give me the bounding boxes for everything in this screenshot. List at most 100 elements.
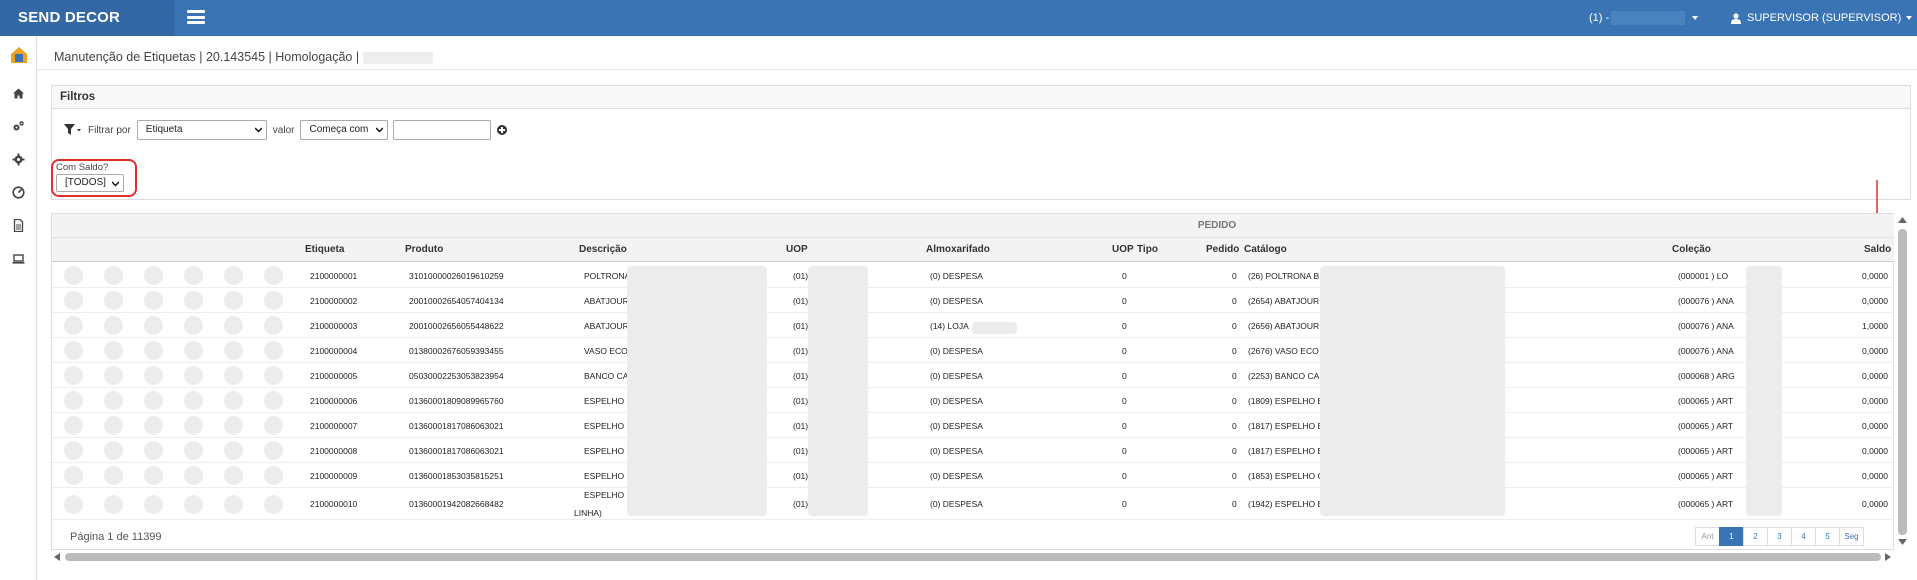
gears-icon[interactable]: [12, 120, 25, 133]
search-icon[interactable]: [64, 441, 83, 460]
page-5[interactable]: 5: [1815, 527, 1840, 546]
table-row[interactable]: 2100000009 01360001853035815251 ESPELHO C (…: [52, 463, 1895, 488]
search-icon[interactable]: [64, 341, 83, 360]
shuffle-icon[interactable]: [264, 266, 283, 285]
shuffle-icon[interactable]: [264, 316, 283, 335]
scroll-down-icon[interactable]: [1898, 539, 1907, 545]
gear-icon[interactable]: [12, 153, 25, 166]
scroll-left-icon[interactable]: [54, 553, 60, 561]
search-icon[interactable]: [64, 416, 83, 435]
scroll-up-icon[interactable]: [1898, 217, 1907, 223]
history-icon[interactable]: [224, 391, 243, 410]
table-row[interactable]: 2100000010 01360001942082668482 ESPELHO E (…: [52, 488, 1895, 520]
document-icon[interactable]: [144, 316, 163, 335]
col-produto[interactable]: Produto: [405, 244, 443, 255]
table-row[interactable]: 2100000004 01380002676059393455 VASO ECO (0…: [52, 338, 1895, 363]
box-icon[interactable]: [184, 266, 203, 285]
history-icon[interactable]: [224, 266, 243, 285]
search-icon[interactable]: [64, 494, 83, 514]
brand-logo[interactable]: SEND DECOR: [0, 0, 175, 36]
tag-icon[interactable]: [104, 416, 123, 435]
document-icon[interactable]: [144, 266, 163, 285]
horizontal-scroll-thumb[interactable]: [65, 553, 1881, 561]
vertical-scrollbar[interactable]: [1894, 213, 1911, 550]
tag-icon[interactable]: [104, 441, 123, 460]
laptop-icon[interactable]: [12, 252, 25, 265]
page-3[interactable]: 3: [1767, 527, 1792, 546]
tag-icon[interactable]: [104, 466, 123, 485]
document-icon[interactable]: [12, 219, 25, 232]
table-row[interactable]: 2100000007 01360001817086063021 ESPELHO E (…: [52, 413, 1895, 438]
search-icon[interactable]: [64, 316, 83, 335]
document-icon[interactable]: [144, 341, 163, 360]
col-pedido[interactable]: Pedido: [1206, 244, 1239, 255]
shuffle-icon[interactable]: [264, 441, 283, 460]
box-icon[interactable]: [184, 341, 203, 360]
dashboard-icon[interactable]: [12, 186, 25, 199]
operator-select[interactable]: Começa com: [300, 120, 389, 140]
col-almoxarifado[interactable]: Almoxarifado: [926, 244, 990, 255]
box-icon[interactable]: [184, 494, 203, 514]
col-catalogo[interactable]: Catálogo: [1244, 244, 1287, 255]
search-icon[interactable]: [64, 291, 83, 310]
table-row[interactable]: 2100000006 01360001809089965760 ESPELHO E (…: [52, 388, 1895, 413]
vertical-scroll-thumb[interactable]: [1898, 229, 1907, 535]
history-icon[interactable]: [224, 466, 243, 485]
page-next[interactable]: Seg: [1839, 527, 1864, 546]
box-icon[interactable]: [184, 366, 203, 385]
page-1[interactable]: 1: [1719, 527, 1744, 546]
history-icon[interactable]: [224, 366, 243, 385]
shuffle-icon[interactable]: [264, 366, 283, 385]
add-filter-icon[interactable]: [497, 125, 508, 135]
document-icon[interactable]: [144, 441, 163, 460]
history-icon[interactable]: [224, 291, 243, 310]
document-icon[interactable]: [144, 291, 163, 310]
company-selector[interactable]: (1) -: [1589, 0, 1699, 36]
table-row[interactable]: 2100000008 01360001817086063021 ESPELHO E (…: [52, 438, 1895, 463]
col-tipo[interactable]: Tipo: [1137, 244, 1158, 255]
com-saldo-select[interactable]: [TODOS]: [56, 174, 124, 192]
document-icon[interactable]: [144, 494, 163, 514]
filter-field-select[interactable]: Etiqueta: [136, 120, 267, 140]
tag-icon[interactable]: [104, 266, 123, 285]
app-logo-icon[interactable]: [9, 46, 29, 64]
search-icon[interactable]: [64, 366, 83, 385]
tag-icon[interactable]: [104, 316, 123, 335]
scroll-right-icon[interactable]: [1885, 553, 1891, 561]
shuffle-icon[interactable]: [264, 494, 283, 514]
col-colecao[interactable]: Coleção: [1672, 244, 1711, 255]
search-icon[interactable]: [64, 391, 83, 410]
history-icon[interactable]: [224, 441, 243, 460]
tag-icon[interactable]: [104, 494, 123, 514]
page-prev[interactable]: Ant: [1695, 527, 1720, 546]
document-icon[interactable]: [144, 416, 163, 435]
page-4[interactable]: 4: [1791, 527, 1816, 546]
filter-icon[interactable]: [64, 124, 82, 136]
col-saldo[interactable]: Saldo: [1864, 244, 1891, 255]
box-icon[interactable]: [184, 316, 203, 335]
document-icon[interactable]: [144, 466, 163, 485]
menu-toggle-icon[interactable]: [187, 10, 205, 24]
col-uop-pedido[interactable]: UOP: [1112, 244, 1134, 255]
history-icon[interactable]: [224, 316, 243, 335]
box-icon[interactable]: [184, 466, 203, 485]
col-descricao[interactable]: Descrição: [579, 244, 627, 255]
col-etiqueta[interactable]: Etiqueta: [305, 244, 344, 255]
history-icon[interactable]: [224, 494, 243, 514]
box-icon[interactable]: [184, 291, 203, 310]
shuffle-icon[interactable]: [264, 291, 283, 310]
search-icon[interactable]: [64, 466, 83, 485]
shuffle-icon[interactable]: [264, 341, 283, 360]
tag-icon[interactable]: [104, 291, 123, 310]
history-icon[interactable]: [224, 341, 243, 360]
box-icon[interactable]: [184, 441, 203, 460]
col-uop[interactable]: UOP: [786, 244, 808, 255]
box-icon[interactable]: [184, 416, 203, 435]
document-icon[interactable]: [144, 366, 163, 385]
table-row[interactable]: 2100000001 31010000026019610259 POLTRONA (0…: [52, 263, 1895, 288]
box-icon[interactable]: [184, 391, 203, 410]
shuffle-icon[interactable]: [264, 466, 283, 485]
tag-icon[interactable]: [104, 366, 123, 385]
horizontal-scrollbar[interactable]: [51, 550, 1911, 564]
table-row[interactable]: 2100000005 05030002253053823954 BANCO CA (0…: [52, 363, 1895, 388]
